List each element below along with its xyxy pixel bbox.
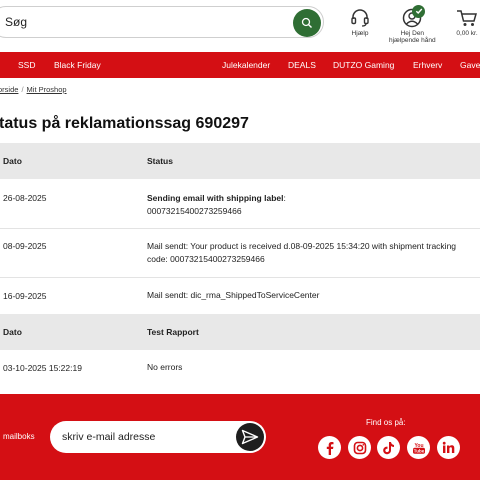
row-test-result: No errors <box>147 362 183 372</box>
row-status: Mail sendt: Your product is received d.0… <box>147 240 477 266</box>
search-icon <box>301 17 312 28</box>
column-header-date: Dato <box>3 327 22 337</box>
nav-item-ssd[interactable]: SSD <box>18 52 35 78</box>
status-tracking-code: 00073215400273259466 <box>147 206 242 216</box>
nav-item-erhverv[interactable]: Erhverv <box>413 52 442 78</box>
row-status: Mail sendt: dic_rma_ShippedToServiceCent… <box>147 289 477 302</box>
account-name: hjælpende hånd <box>389 37 436 44</box>
column-header-status: Status <box>147 156 173 166</box>
cart-link[interactable]: 0,00 kr. <box>456 8 478 37</box>
send-icon <box>241 429 259 445</box>
youtube-link[interactable]: You Tube <box>407 436 430 459</box>
column-header-test-report: Test Rapport <box>147 327 199 337</box>
site-footer: mailboks Find os på: <box>0 394 480 480</box>
linkedin-link[interactable] <box>437 436 460 459</box>
status-table-header: Dato Status <box>0 143 480 179</box>
account-greeting: Hej Den <box>400 30 425 37</box>
breadcrumb-home-link[interactable]: orside <box>0 85 18 94</box>
help-label: Hjælp <box>351 30 369 37</box>
row-date: 16-09-2025 <box>3 291 47 301</box>
facebook-icon <box>326 441 333 455</box>
linkedin-icon <box>442 441 455 453</box>
checkmark-icon <box>415 8 423 14</box>
help-link[interactable]: Hjælp <box>350 8 370 37</box>
nav-item-dutzo-gaming[interactable]: DUTZO Gaming <box>333 52 394 78</box>
test-table-header: Dato Test Rapport <box>0 314 480 350</box>
find-us-label: Find os på: <box>366 418 406 427</box>
svg-text:Tube: Tube <box>413 448 424 453</box>
nav-item-julekalender[interactable]: Julekalender <box>222 52 270 78</box>
nav-item-deals[interactable]: DEALS <box>288 52 316 78</box>
status-line-2: code: 00073215400273259466 <box>147 254 265 264</box>
email-input[interactable] <box>62 421 227 453</box>
logged-in-badge <box>412 5 426 18</box>
row-date: 03-10-2025 15:22:19 <box>3 363 82 373</box>
account-link[interactable]: Hej Den hjælpende hånd <box>389 5 436 44</box>
breadcrumb-account-link[interactable]: Mit Proshop <box>27 85 67 94</box>
column-header-date: Dato <box>3 156 22 166</box>
search-bar <box>0 6 324 38</box>
youtube-icon: You Tube <box>412 443 425 454</box>
breadcrumb-separator: / <box>21 85 24 94</box>
page-title: tatus på reklamationssag 690297 <box>0 115 249 132</box>
nav-item-black-friday[interactable]: Black Friday <box>54 52 101 78</box>
row-date: 08-09-2025 <box>3 241 47 251</box>
status-line-1: Mail sendt: Your product is received d.0… <box>147 241 457 251</box>
breadcrumb: orside / Mit Proshop <box>0 85 67 94</box>
status-suffix: : <box>283 193 286 203</box>
table-row: 08-09-2025 Mail sendt: Your product is r… <box>0 229 480 278</box>
tiktok-icon <box>383 441 394 454</box>
site-header: Hjælp Hej Den hjælpende hånd 0,00 kr. <box>0 0 480 52</box>
search-input[interactable] <box>5 7 275 37</box>
table-row: 26-08-2025 Sending email with shipping l… <box>0 179 480 229</box>
table-row: 03-10-2025 15:22:19 No errors <box>0 350 480 386</box>
instagram-link[interactable] <box>348 436 371 459</box>
cart-icon <box>457 10 477 26</box>
status-bold-text: Sending email with shipping label <box>147 193 284 203</box>
headset-icon <box>351 9 369 27</box>
nav-item-gave[interactable]: Gave <box>460 52 480 78</box>
facebook-link[interactable] <box>318 436 341 459</box>
status-line-1: Mail sendt: dic_rma_ShippedToServiceCent… <box>147 290 320 300</box>
row-date: 26-08-2025 <box>3 193 47 203</box>
instagram-icon <box>353 441 366 454</box>
cart-total: 0,00 kr. <box>456 30 478 37</box>
tiktok-link[interactable] <box>377 436 400 459</box>
table-row: 16-09-2025 Mail sendt: dic_rma_ShippedTo… <box>0 278 480 314</box>
newsletter-submit-button[interactable] <box>236 423 264 451</box>
main-nav: SSD Black Friday Julekalender DEALS DUTZ… <box>0 52 480 78</box>
newsletter-form <box>50 421 266 453</box>
search-button[interactable] <box>293 9 321 37</box>
row-status: Sending email with shipping label: 00073… <box>147 192 477 218</box>
newsletter-label: mailboks <box>3 432 35 441</box>
